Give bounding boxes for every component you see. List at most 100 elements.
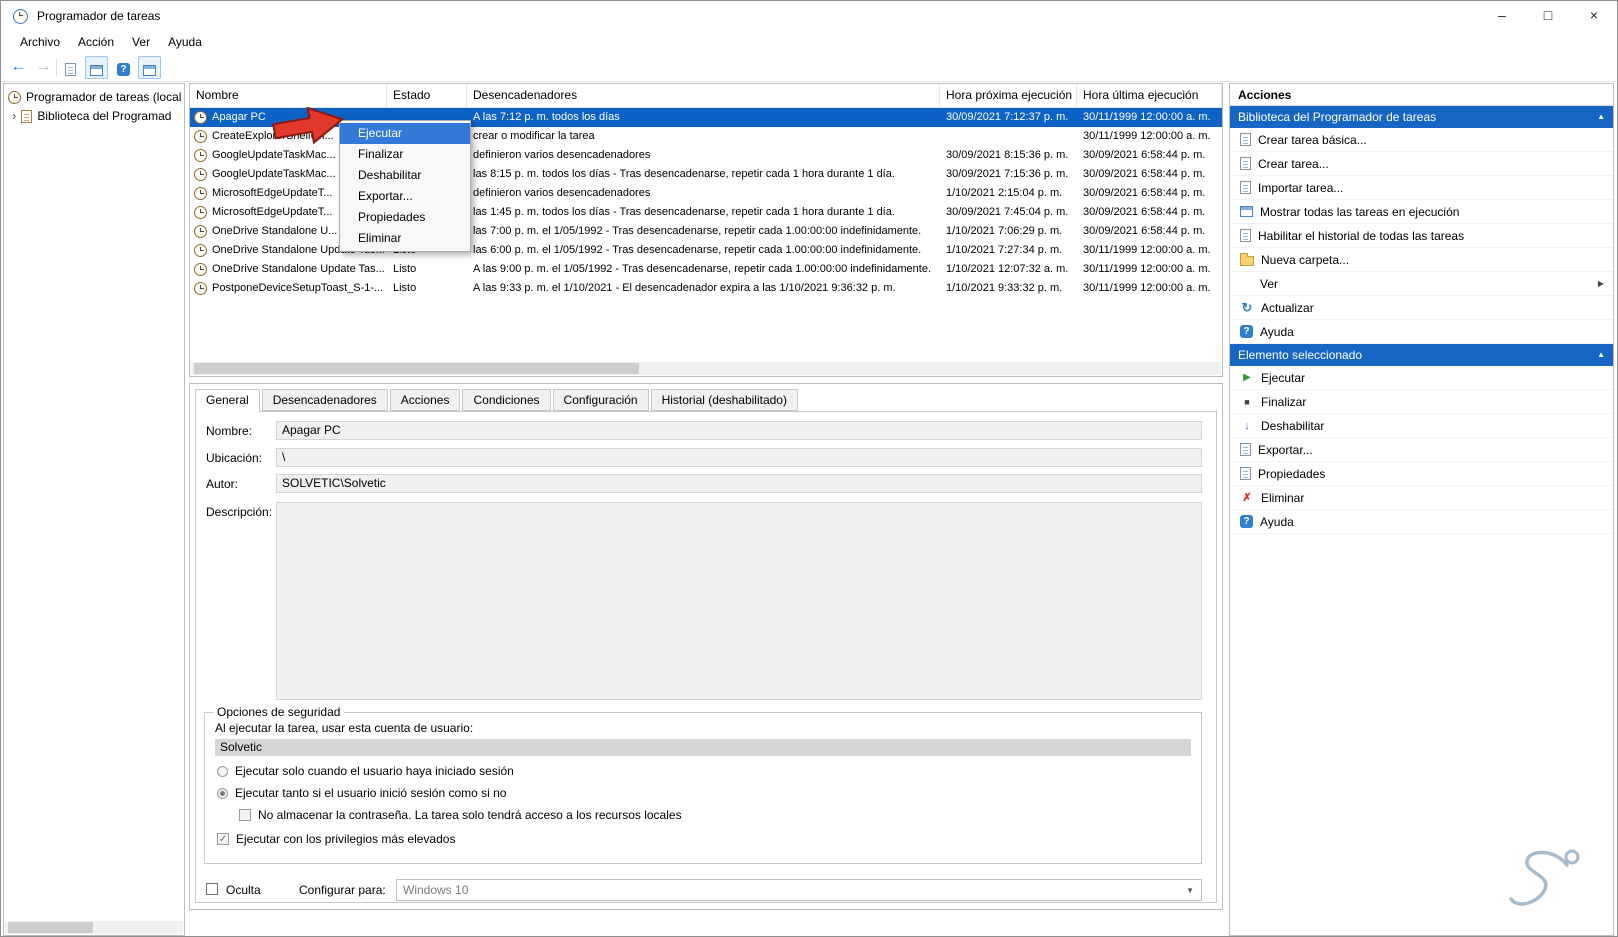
details-tabs: General Desencadenadores Acciones Condicion… — [195, 389, 800, 412]
context-menu-item-exportar[interactable]: Exportar... — [340, 186, 470, 207]
minimize-button[interactable]: – — [1479, 1, 1525, 31]
task-next-cell: 1/10/2021 7:27:34 p. m. — [946, 244, 1063, 256]
action-item-deshabilitar[interactable]: ↓ Deshabilitar — [1230, 414, 1613, 438]
action-item-label: Ejecutar — [1261, 370, 1306, 385]
forward-button[interactable]: → — [32, 56, 55, 79]
checkbox-highest-privileges[interactable]: ✓ Ejecutar con los privilegios más eleva… — [217, 831, 455, 847]
action-item-crear-tarea[interactable]: Crear tarea... — [1230, 152, 1613, 176]
scrollbar-thumb[interactable] — [194, 363, 639, 374]
action-item-exportar[interactable]: Exportar... — [1230, 438, 1613, 462]
task-name: GoogleUpdateTaskMac... — [212, 168, 336, 180]
task-last-cell: 30/11/1999 12:00:00 a. m. — [1083, 263, 1211, 275]
action-item-ver[interactable]: Ver ▶ — [1230, 272, 1613, 296]
task-next-cell — [940, 127, 1077, 146]
tab-desencadenadores[interactable]: Desencadenadores — [261, 389, 388, 411]
name-label: Nombre: — [206, 424, 253, 438]
task-last-cell: 30/09/2021 6:58:44 p. m. — [1083, 149, 1206, 161]
action-item-label: Mostrar todas las tareas en ejecución — [1260, 204, 1460, 219]
help-button[interactable]: ? — [112, 56, 135, 79]
action-item-eliminar[interactable]: ✗ Eliminar — [1230, 486, 1613, 510]
chevron-right-icon[interactable]: › — [12, 107, 16, 125]
menu-ver[interactable]: Ver — [123, 31, 159, 53]
checkbox-label: Ejecutar con los privilegios más elevado… — [236, 832, 456, 846]
author-field: SOLVETIC\Solvetic — [276, 474, 1202, 493]
task-name: PostponeDeviceSetupToast_S-1-... — [212, 282, 384, 294]
task-name-cell: OneDrive Standalone Update Tas... — [190, 260, 387, 279]
maximize-button[interactable]: □ — [1525, 1, 1571, 31]
close-button[interactable]: × — [1571, 1, 1617, 31]
action-item-label: Actualizar — [1261, 300, 1314, 315]
task-list-horizontal-scrollbar[interactable] — [191, 362, 1221, 375]
checkbox-no-store-password[interactable]: No almacenar la contraseña. La tarea sol… — [239, 807, 682, 823]
context-menu-item-ejecutar[interactable]: Ejecutar — [340, 123, 470, 144]
action-item-ejecutar[interactable]: ▶ Ejecutar — [1230, 366, 1613, 390]
context-menu-item-eliminar[interactable]: Eliminar — [340, 228, 470, 249]
menu-accion[interactable]: Acción — [69, 31, 123, 53]
menubar: Archivo Acción Ver Ayuda — [3, 31, 1617, 53]
export-list-button[interactable] — [59, 56, 82, 79]
task-row[interactable]: PostponeDeviceSetupToast_S-1-... Listo A l… — [190, 279, 1222, 298]
tree-item-task-scheduler-root[interactable]: Programador de tareas (local — [8, 88, 182, 106]
action-item-nueva-carpeta[interactable]: Nueva carpeta... — [1230, 248, 1613, 272]
scrollbar-thumb[interactable] — [8, 922, 93, 933]
description-label: Descripción: — [206, 505, 273, 519]
task-details-pane: General Desencadenadores Acciones Condicion… — [189, 383, 1223, 910]
column-header-hora-ultima-ejecucion[interactable]: Hora última ejecución — [1077, 84, 1222, 107]
action-item-ayuda[interactable]: ? Ayuda — [1230, 320, 1613, 344]
menu-archivo[interactable]: Archivo — [11, 31, 69, 53]
action-item-crear-tarea-basica[interactable]: Crear tarea básica... — [1230, 128, 1613, 152]
configure-for-dropdown[interactable]: Windows 10 ▼ — [396, 879, 1202, 901]
task-last-cell: 30/11/1999 12:00:00 a. m. — [1083, 244, 1211, 256]
task-row[interactable]: OneDrive Standalone Update Tas... Listo A … — [190, 260, 1222, 279]
column-header-hora-proxima-ejecucion[interactable]: Hora próxima ejecución — [940, 84, 1077, 107]
task-next-cell: 30/09/2021 7:15:36 p. m. — [946, 168, 1069, 180]
delete-icon: ✗ — [1242, 491, 1252, 504]
show-console-tree-button[interactable] — [85, 56, 108, 79]
import-task-icon — [1240, 181, 1251, 194]
action-item-finalizar[interactable]: ■ Finalizar — [1230, 390, 1613, 414]
column-header-desencadenadores[interactable]: Desencadenadores — [467, 84, 940, 107]
tab-historial-deshabilitado[interactable]: Historial (deshabilitado) — [650, 389, 798, 411]
tab-acciones[interactable]: Acciones — [389, 389, 461, 411]
action-section-header-elemento-seleccionado[interactable]: Elemento seleccionado ▲ — [1230, 344, 1613, 366]
action-item-actualizar[interactable]: ↻ Actualizar — [1230, 296, 1613, 320]
action-item-label: Crear tarea básica... — [1258, 132, 1367, 147]
action-item-ayuda[interactable]: ? Ayuda — [1230, 510, 1613, 534]
location-label: Ubicación: — [206, 451, 263, 465]
action-item-importar-tarea[interactable]: Importar tarea... — [1230, 176, 1613, 200]
author-label: Autor: — [206, 477, 239, 491]
action-item-propiedades[interactable]: Propiedades — [1230, 462, 1613, 486]
task-triggers-cell: A las 7:12 p. m. todos los días — [473, 111, 620, 123]
context-menu-item-propiedades[interactable]: Propiedades — [340, 207, 470, 228]
hidden-checkbox[interactable] — [206, 883, 218, 895]
action-section-header-biblioteca-del-programador-de-tareas[interactable]: Biblioteca del Programador de tareas ▲ — [1230, 106, 1613, 128]
section-title: Biblioteca del Programador de tareas — [1238, 110, 1437, 124]
context-menu-item-finalizar[interactable]: Finalizar — [340, 144, 470, 165]
tab-condiciones[interactable]: Condiciones — [462, 389, 551, 411]
tab-configuracion[interactable]: Configuración — [552, 389, 649, 411]
context-menu-item-deshabilitar[interactable]: Deshabilitar — [340, 165, 470, 186]
action-item-mostrar-todas-las-tareas-en-ejecucion[interactable]: Mostrar todas las tareas en ejecución — [1230, 200, 1613, 224]
section-title: Elemento seleccionado — [1238, 348, 1363, 362]
clock-icon — [8, 90, 21, 104]
menu-ayuda[interactable]: Ayuda — [159, 31, 211, 53]
task-estado-cell: Listo — [393, 282, 417, 294]
show-action-pane-button[interactable] — [138, 56, 161, 79]
tree-item-task-scheduler-library[interactable]: › Biblioteca del Programad — [8, 107, 182, 125]
radio-run-logged-on-or-not[interactable]: Ejecutar tanto si el usuario inició sesi… — [217, 785, 506, 801]
clock-icon — [194, 111, 207, 124]
task-triggers-cell: las 8:15 p. m. todos los días - Tras des… — [473, 168, 895, 180]
task-name: GoogleUpdateTaskMac... — [212, 149, 336, 161]
back-button[interactable]: ← — [7, 56, 30, 79]
column-header-estado[interactable]: Estado — [387, 84, 467, 107]
radio-label: Ejecutar solo cuando el usuario haya ini… — [235, 764, 514, 778]
tab-general[interactable]: General — [195, 389, 260, 412]
tree-horizontal-scrollbar[interactable] — [5, 921, 183, 934]
action-item-label: Finalizar — [1261, 394, 1307, 409]
radio-run-only-logged-on[interactable]: Ejecutar solo cuando el usuario haya ini… — [217, 763, 514, 779]
column-header-nombre[interactable]: Nombre — [190, 84, 387, 107]
action-item-label: Nueva carpeta... — [1261, 252, 1350, 267]
task-triggers-cell: A las 9:00 p. m. el 1/05/1992 - Tras des… — [473, 263, 932, 275]
task-triggers-cell: las 6:00 p. m. el 1/05/1992 - Tras desen… — [473, 244, 922, 256]
action-item-habilitar-el-historial-de-todas-las-tareas[interactable]: Habilitar el historial de todas las tare… — [1230, 224, 1613, 248]
